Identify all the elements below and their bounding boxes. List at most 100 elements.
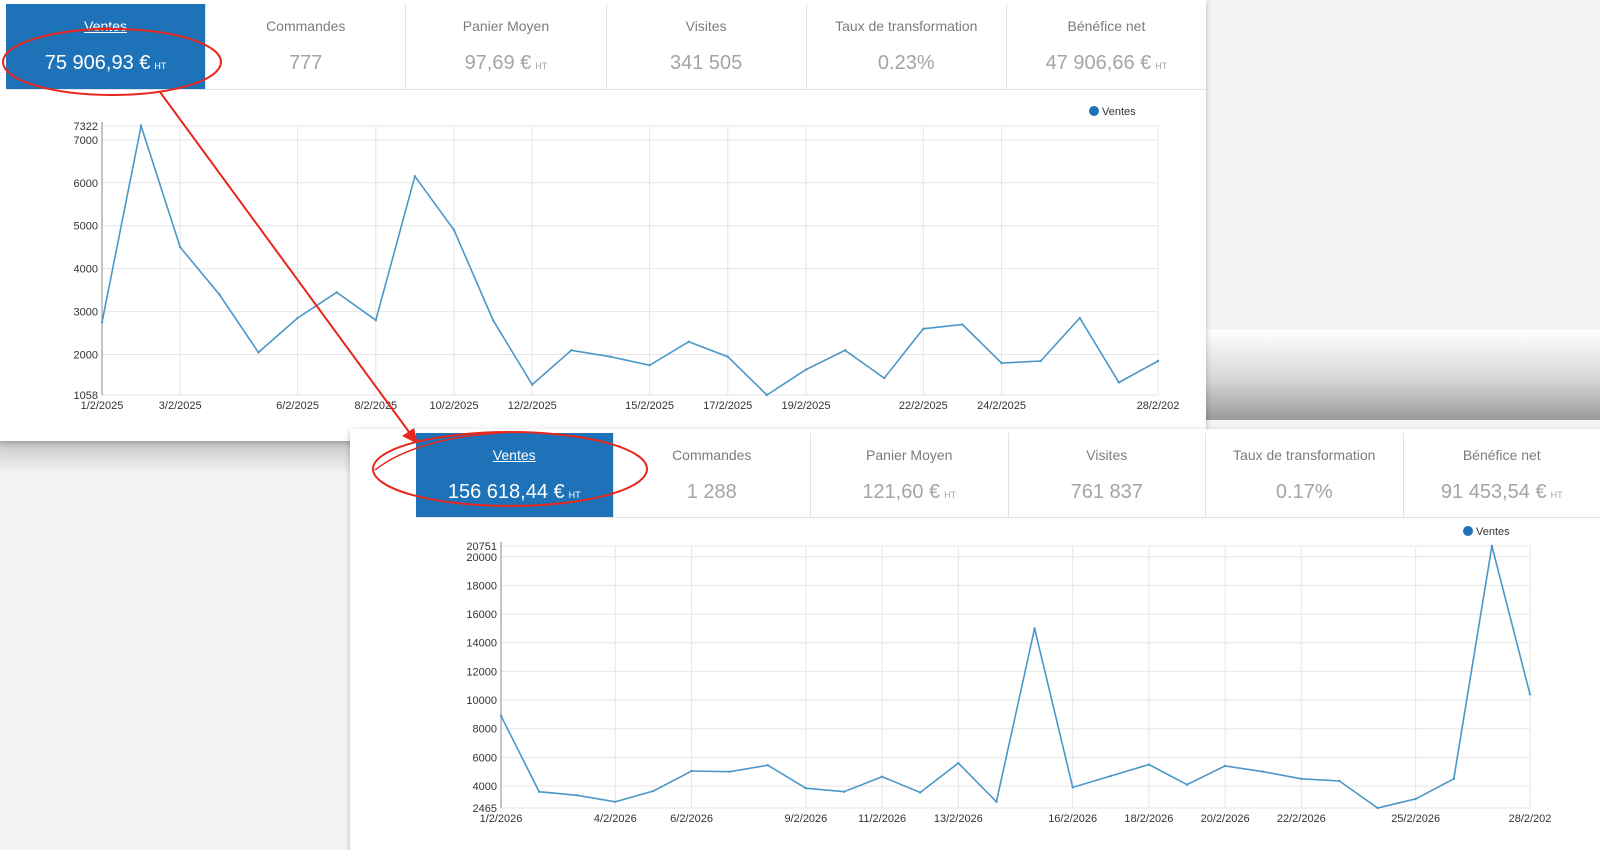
x-tick-label: 28/2/202 (1137, 400, 1180, 412)
x-tick-label: 9/2/2026 (784, 813, 827, 825)
data-point (687, 340, 690, 343)
data-point (179, 245, 182, 249)
y-tick-label: 20000 (466, 552, 497, 564)
data-point (648, 364, 651, 367)
background-shadow (1190, 330, 1600, 420)
x-tick-label: 28/2/202 (1509, 813, 1552, 825)
x-tick-label: 11/2/2026 (858, 813, 906, 825)
data-point (1376, 806, 1379, 810)
x-tick-label: 8/2/2025 (354, 400, 397, 412)
x-tick-label: 16/2/2026 (1048, 813, 1097, 825)
y-tick-label: 6000 (74, 178, 98, 190)
data-point (576, 794, 579, 797)
legend-marker (1089, 106, 1099, 116)
y-tick-label: 14000 (466, 638, 497, 650)
data-point (804, 368, 808, 371)
legend-label: Ventes (1102, 106, 1136, 118)
y-tick-label: 2465 (473, 803, 497, 815)
data-point (919, 791, 922, 794)
data-point (690, 769, 693, 773)
data-point (218, 293, 221, 296)
data-point (413, 175, 417, 178)
y-tick-label: 4000 (74, 264, 98, 276)
data-point (1117, 381, 1121, 384)
x-tick-label: 17/2/2025 (703, 400, 752, 412)
sales-line-chart-2026: 1/2/2026 4/2/2026 6/2/2026 9/2/2026 11/2/202… (466, 526, 1552, 825)
x-tick-label: 20/2/2026 (1201, 813, 1250, 825)
data-point (1452, 777, 1455, 781)
data-point (1338, 779, 1341, 783)
y-tick-label: 7322 (74, 121, 98, 133)
y-tick-label: 2000 (74, 350, 98, 362)
data-point (880, 775, 884, 778)
data-point (1147, 763, 1151, 766)
data-point (100, 321, 104, 324)
y-tick-label: 12000 (466, 666, 497, 678)
y-tick-label: 4000 (473, 781, 497, 793)
data-point (922, 327, 925, 330)
dashboard-panel-2026: Ventes 156 618,44 € HT Commandes 1 288 Pa… (350, 429, 1600, 850)
x-tick-label: 15/2/2025 (625, 400, 674, 412)
y-tick-label: 18000 (466, 580, 497, 592)
data-point (1109, 774, 1112, 778)
data-point (499, 714, 503, 717)
data-point (1156, 359, 1160, 363)
data-point (1490, 544, 1494, 548)
data-point (843, 349, 847, 352)
dashboard-panel-2025: Ventes 75 906,93 € HT Commandes 777 Panie… (0, 0, 1206, 441)
data-point (1071, 786, 1074, 789)
data-point (1528, 693, 1532, 696)
data-point (995, 800, 998, 803)
data-point (1414, 797, 1417, 801)
y-tick-label: 7000 (74, 135, 98, 147)
y-tick-label: 5000 (74, 221, 98, 233)
data-point (804, 786, 808, 790)
x-tick-label: 22/2/2026 (1277, 813, 1326, 825)
data-point (139, 124, 143, 128)
y-tick-label: 16000 (466, 609, 497, 621)
data-point (1039, 359, 1042, 363)
y-tick-label: 3000 (74, 307, 98, 319)
x-tick-label: 6/2/2025 (276, 400, 319, 412)
sales-line-chart-2025: 1/2/2025 3/2/2025 6/2/2025 8/2/2025 10/2/202… (74, 106, 1180, 412)
y-tick-label: 6000 (473, 752, 497, 764)
data-point (766, 764, 769, 767)
data-point (726, 355, 729, 358)
x-tick-label: 12/2/2025 (508, 400, 557, 412)
x-tick-label: 22/2/2025 (899, 400, 948, 412)
data-point (961, 323, 964, 326)
legend-marker (1463, 526, 1473, 536)
x-tick-label: 10/2/2025 (430, 400, 479, 412)
data-point (296, 316, 299, 320)
data-point (883, 376, 886, 380)
data-point (1223, 764, 1227, 768)
data-point (257, 351, 260, 354)
data-point (1300, 777, 1303, 781)
x-tick-label: 24/2/2025 (977, 400, 1026, 412)
data-point (452, 228, 456, 232)
data-point (335, 291, 338, 294)
x-tick-label: 13/2/2026 (934, 813, 983, 825)
data-point (1000, 361, 1003, 365)
legend-label: Ventes (1476, 526, 1510, 538)
data-point (1262, 770, 1265, 773)
x-tick-label: 6/2/2026 (670, 813, 713, 825)
data-point (374, 318, 377, 322)
data-point (614, 800, 617, 803)
x-tick-label: 19/2/2025 (782, 400, 831, 412)
data-point (491, 318, 495, 322)
x-tick-label: 18/2/2026 (1124, 813, 1173, 825)
data-point (728, 770, 731, 773)
data-point (765, 393, 769, 397)
data-point (1185, 783, 1189, 786)
x-tick-label: 25/2/2026 (1391, 813, 1440, 825)
y-tick-label: 10000 (466, 695, 497, 707)
x-tick-label: 4/2/2026 (594, 813, 637, 825)
data-point (609, 355, 612, 358)
data-point (537, 790, 541, 793)
y-tick-label: 8000 (473, 724, 497, 736)
data-point (1078, 316, 1081, 320)
data-point (531, 383, 534, 386)
x-tick-label: 3/2/2025 (159, 400, 202, 412)
data-point (570, 349, 573, 352)
